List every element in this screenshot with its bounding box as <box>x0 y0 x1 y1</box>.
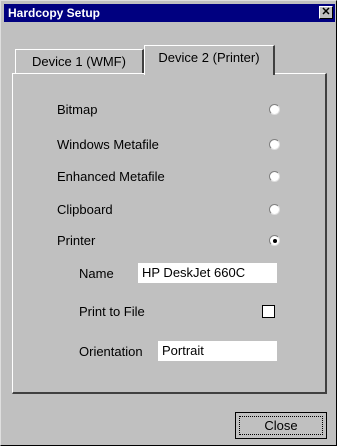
radio-windows-metafile[interactable] <box>269 139 280 150</box>
print-to-file-checkbox[interactable] <box>262 305 275 318</box>
title-bar[interactable]: Hardcopy Setup ✕ <box>4 4 335 22</box>
tab-device-1[interactable]: Device 1 (WMF) <box>15 49 144 74</box>
radio-selected-dot <box>273 239 277 243</box>
radio-bitmap[interactable] <box>269 104 280 115</box>
option-label-bitmap: Bitmap <box>57 102 98 117</box>
close-icon[interactable]: ✕ <box>319 6 333 19</box>
radio-enhanced-metafile[interactable] <box>269 171 280 182</box>
close-button-label: Close <box>239 416 323 435</box>
close-button[interactable]: Close <box>235 412 327 439</box>
window-title: Hardcopy Setup <box>8 6 101 20</box>
printer-name-field[interactable]: HP DeskJet 660C <box>138 263 277 283</box>
radio-printer[interactable] <box>269 235 280 246</box>
tab-device-2[interactable]: Device 2 (Printer) <box>144 45 275 75</box>
orientation-label: Orientation <box>79 344 143 359</box>
option-label-windows-metafile: Windows Metafile <box>57 137 159 152</box>
orientation-field[interactable]: Portrait <box>158 341 277 361</box>
hardcopy-setup-dialog: Hardcopy Setup ✕ Device 1 (WMF) Device 2… <box>0 0 337 446</box>
option-label-enhanced-metafile: Enhanced Metafile <box>57 169 165 184</box>
radio-clipboard[interactable] <box>269 204 280 215</box>
print-to-file-label: Print to File <box>79 304 145 319</box>
option-label-clipboard: Clipboard <box>57 202 113 217</box>
name-label: Name <box>79 266 114 281</box>
option-label-printer: Printer <box>57 233 96 248</box>
